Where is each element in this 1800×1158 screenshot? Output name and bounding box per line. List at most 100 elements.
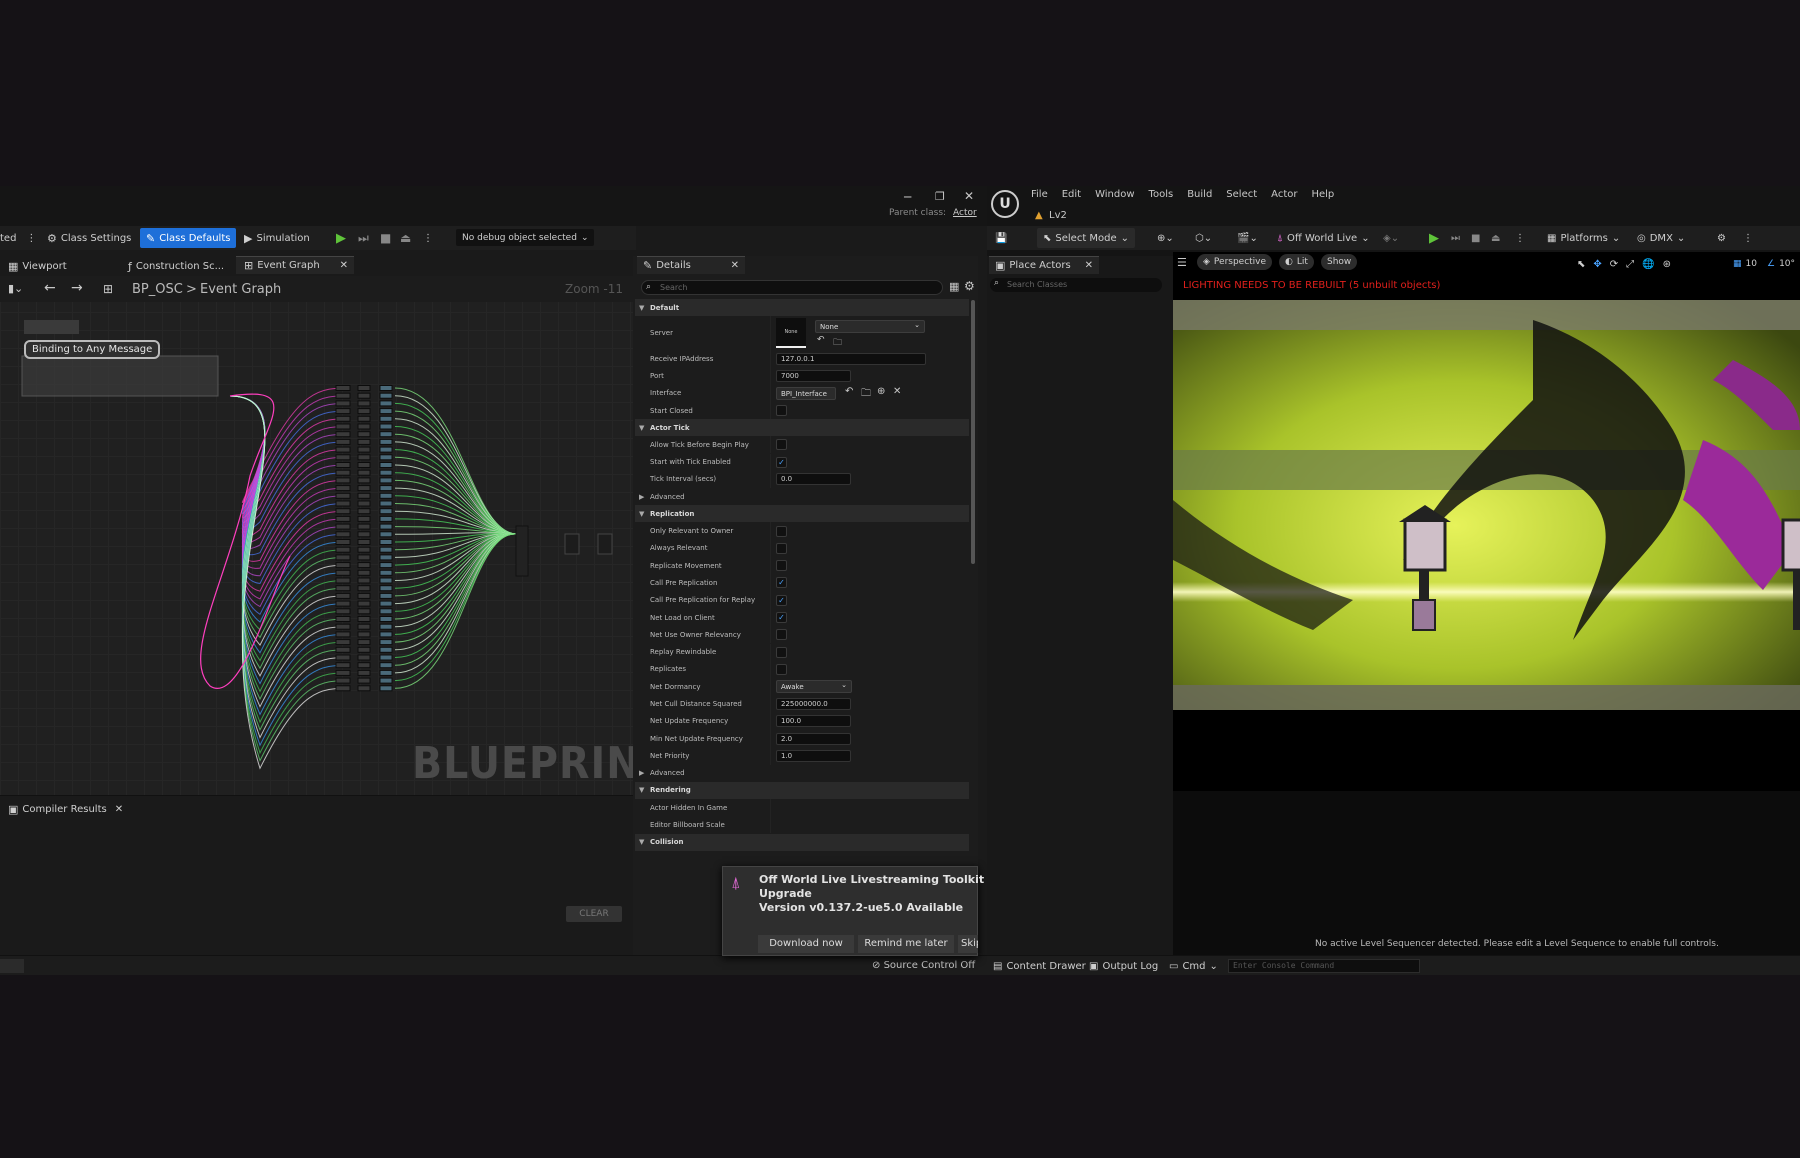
graph-pin-node[interactable]	[379, 438, 393, 445]
skip-button[interactable]: Skip	[958, 935, 978, 953]
graph-pin-node[interactable]	[335, 485, 351, 492]
output-node-a[interactable]	[564, 533, 580, 555]
graph-pin-node[interactable]	[357, 446, 371, 453]
settings-button[interactable]: ⚙	[1717, 228, 1726, 248]
graph-pin-node[interactable]	[379, 585, 393, 592]
minimize-button[interactable]: ─	[904, 190, 911, 204]
column-divider[interactable]	[770, 470, 771, 489]
graph-pin-node[interactable]	[379, 654, 393, 661]
graph-pin-node[interactable]	[357, 677, 371, 684]
graph-pin-node[interactable]	[335, 469, 351, 476]
browse-icon[interactable]: 🗀	[833, 335, 842, 351]
graph-pin-node[interactable]	[335, 623, 351, 630]
class-settings-button[interactable]: ⚙ Class Settings	[47, 228, 131, 248]
graph-pin-node[interactable]	[379, 477, 393, 484]
checkbox[interactable]	[776, 560, 787, 572]
graph-pin-node[interactable]	[379, 677, 393, 684]
graph-pin-node[interactable]	[335, 408, 351, 415]
checkbox[interactable]	[776, 525, 787, 537]
blueprints-button[interactable]: ⬡⌄	[1195, 228, 1212, 248]
use-selected-icon[interactable]: ↶	[845, 386, 853, 397]
graph-pin-node[interactable]	[357, 562, 371, 569]
menu-item-file[interactable]: File	[1031, 189, 1048, 203]
graph-pin-node[interactable]	[335, 662, 351, 669]
graph-pin-node[interactable]	[379, 577, 393, 584]
menu-item-help[interactable]: Help	[1311, 189, 1334, 203]
function-node[interactable]	[515, 525, 529, 577]
graph-pin-node[interactable]	[379, 662, 393, 669]
checkbox[interactable]	[776, 629, 787, 641]
expanded-arrow-icon[interactable]: ▼	[639, 424, 644, 432]
checkbox[interactable]	[776, 663, 787, 675]
graph-pin-node[interactable]	[379, 608, 393, 615]
graph-pin-node[interactable]	[335, 592, 351, 599]
menu-item-edit[interactable]: Edit	[1062, 189, 1081, 203]
binding-node-label[interactable]: Binding to Any Message	[24, 340, 161, 359]
world-icon[interactable]: 🌐	[1642, 259, 1654, 270]
graph-pin-node[interactable]	[357, 400, 371, 407]
event-graph-canvas[interactable]: ▮⌄ ← → ⊞ BP_OSC > Event Graph Zoom -11 B…	[0, 276, 633, 795]
clear-button[interactable]: CLEAR	[566, 906, 622, 922]
gear-icon[interactable]: ⚙	[964, 279, 975, 293]
graph-pin-node[interactable]	[379, 515, 393, 522]
collapsed-arrow-icon[interactable]: ▶	[639, 769, 644, 777]
graph-pin-node[interactable]	[335, 569, 351, 576]
column-divider[interactable]	[770, 730, 771, 748]
interface-dropdown[interactable]: BPI_Interface	[776, 386, 836, 400]
graph-pin-node[interactable]	[335, 438, 351, 445]
lit-button[interactable]: ◐ Lit	[1279, 254, 1314, 270]
graph-pin-node[interactable]	[379, 446, 393, 453]
checkbox[interactable]	[776, 646, 787, 658]
graph-pin-node[interactable]	[379, 616, 393, 622]
graph-pin-node[interactable]	[357, 654, 371, 661]
graph-pin-node[interactable]	[379, 523, 393, 530]
asset-thumbnail[interactable]: None	[776, 318, 806, 348]
graph-pin-node[interactable]	[357, 585, 371, 592]
graph-pin-node[interactable]	[335, 431, 351, 438]
column-divider[interactable]	[770, 678, 771, 696]
graph-pin-node[interactable]	[335, 392, 351, 399]
graph-pin-node[interactable]	[379, 623, 393, 630]
simulation-button[interactable]: ▶ Simulation	[244, 228, 310, 248]
expanded-arrow-icon[interactable]: ▼	[639, 838, 644, 846]
select-mode-button[interactable]: ⬉ Select Mode ⌄	[1037, 228, 1136, 248]
graph-pin-node[interactable]	[335, 677, 351, 684]
column-divider[interactable]	[770, 316, 771, 350]
graph-pin-node[interactable]	[357, 577, 371, 584]
close-button[interactable]: ✕	[964, 189, 974, 203]
graph-pin-node[interactable]	[357, 639, 371, 646]
graph-pin-node[interactable]	[379, 408, 393, 415]
menu-item-tools[interactable]: Tools	[1149, 189, 1174, 203]
add-icon[interactable]: ⊕	[877, 386, 885, 397]
details-scrollbar[interactable]	[971, 300, 975, 564]
property-row-advanced[interactable]: ▶ Advanced	[635, 765, 969, 782]
graph-pin-node[interactable]	[357, 415, 371, 422]
graph-pin-node[interactable]	[379, 531, 393, 538]
event-node-header[interactable]	[24, 320, 79, 334]
graph-pin-node[interactable]	[357, 462, 371, 468]
dmx-button[interactable]: ◎ DMX ⌄	[1637, 228, 1685, 248]
graph-pin-node[interactable]	[357, 469, 371, 476]
graph-pin-node[interactable]	[335, 462, 351, 468]
level-eject-button[interactable]: ⏏	[1491, 228, 1500, 248]
graph-pin-node[interactable]	[335, 539, 351, 545]
graph-pin-node[interactable]	[357, 531, 371, 538]
graph-pin-node[interactable]	[357, 608, 371, 615]
graph-pin-node[interactable]	[379, 431, 393, 438]
graph-pin-node[interactable]	[357, 408, 371, 415]
checkbox[interactable]: ✓	[776, 594, 787, 606]
value-field[interactable]: 225000000.0	[776, 698, 851, 711]
close-icon[interactable]: ✕	[115, 804, 123, 815]
graph-pin-node[interactable]	[335, 500, 351, 507]
graph-pin-node[interactable]	[379, 569, 393, 576]
column-divider[interactable]	[770, 660, 771, 679]
checkbox[interactable]	[776, 439, 787, 451]
property-row-actor-tick[interactable]: ▼ Actor Tick	[635, 419, 969, 437]
comment-box[interactable]	[21, 355, 219, 397]
property-row-replication[interactable]: ▼ Replication	[635, 505, 969, 523]
graph-pin-node[interactable]	[357, 515, 371, 522]
graph-pin-node[interactable]	[335, 600, 351, 607]
add-content-button[interactable]: ⊕⌄	[1157, 228, 1174, 248]
graph-pin-node[interactable]	[335, 577, 351, 584]
column-divider[interactable]	[770, 367, 771, 385]
